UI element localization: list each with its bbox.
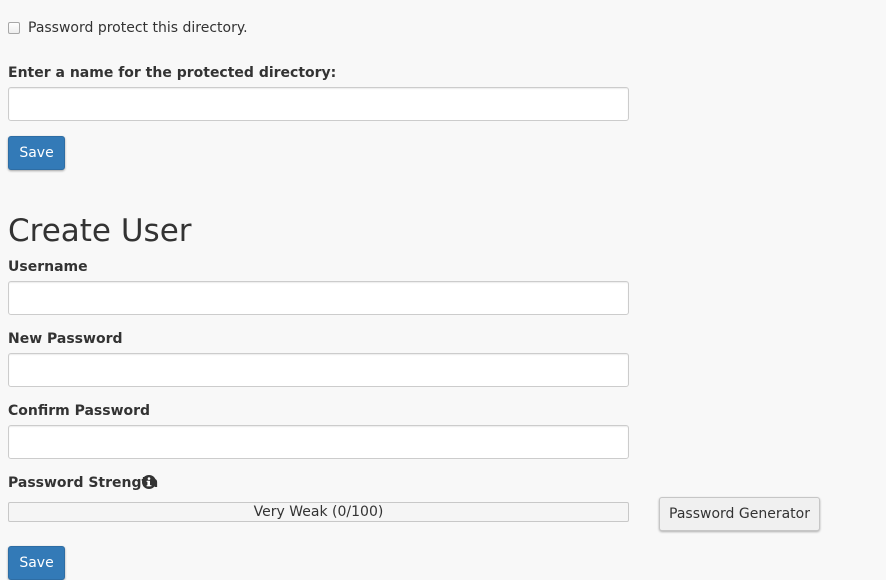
confirm-password-input[interactable] <box>8 425 629 459</box>
password-generator-button[interactable]: Password Generator <box>659 497 820 531</box>
protected-directory-name-input[interactable] <box>8 87 629 121</box>
new-password-label: New Password <box>8 331 123 347</box>
password-protect-label[interactable]: Password protect this directory. <box>28 18 248 38</box>
protected-directory-name-label: Enter a name for the protected directory… <box>8 65 337 81</box>
create-user-heading: Create User <box>8 213 192 249</box>
save-user-button[interactable]: Save <box>8 546 65 580</box>
password-strength-label: Password Strength <box>8 475 159 491</box>
new-password-input[interactable] <box>8 353 629 387</box>
username-label: Username <box>8 259 88 275</box>
password-protect-checkbox[interactable] <box>8 22 20 34</box>
password-strength-text: Very Weak (0/100) <box>253 504 384 520</box>
save-directory-button[interactable]: Save <box>8 136 65 170</box>
username-input[interactable] <box>8 281 629 315</box>
confirm-password-label: Confirm Password <box>8 403 151 419</box>
info-circle-icon[interactable] <box>142 475 156 489</box>
password-strength-meter: Very Weak (0/100) <box>8 502 629 522</box>
